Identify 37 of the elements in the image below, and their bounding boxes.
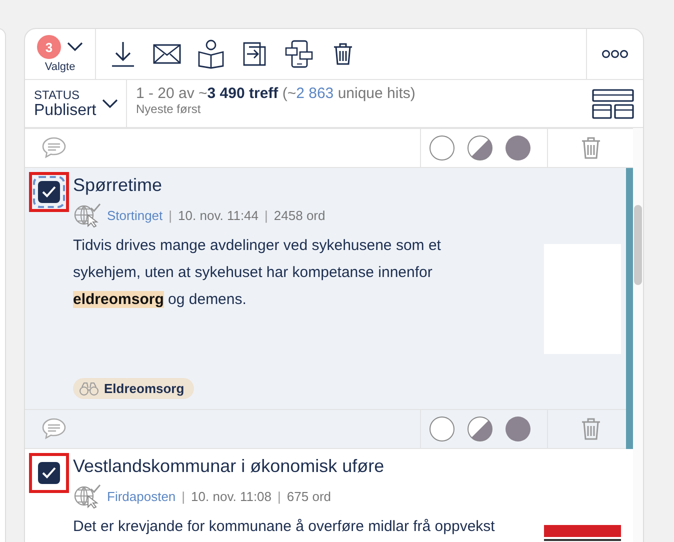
- status-dropdown[interactable]: STATUS Publisert: [25, 80, 127, 127]
- source-link[interactable]: Firdaposten: [107, 488, 176, 504]
- tag-chip[interactable]: Eldreomsorg: [73, 378, 194, 399]
- chevron-down-icon[interactable]: [67, 42, 83, 52]
- checkbox[interactable]: [38, 462, 60, 484]
- word-count: 675 ord: [286, 488, 332, 504]
- globe-cursor-icon: [73, 202, 101, 228]
- separator: |: [168, 208, 172, 222]
- sort-order: Nyeste først: [136, 102, 202, 116]
- article-title[interactable]: Vestlandskommunar i økonomisk uføre: [73, 454, 384, 477]
- check-icon: [41, 466, 57, 480]
- separator: |: [278, 488, 281, 504]
- separator: |: [182, 488, 186, 504]
- selection-label: Valgte: [44, 61, 76, 73]
- separator: |: [264, 208, 268, 222]
- article-snippet: Det er krevjande for kommunane å overføre midlar frå oppvekst: [73, 517, 496, 537]
- article-title[interactable]: Spørretime: [73, 173, 162, 196]
- empty-circle-icon[interactable]: [429, 416, 455, 442]
- count-badge: 3: [37, 35, 61, 59]
- word-count: 2458 ord: [274, 208, 326, 222]
- article-snippet: Tidvis drives mange avdelinger ved sykehusene som et sykehjem, uten at sykehuset har kompetanse innenfor eldreomsorg og demens.: [73, 236, 442, 310]
- checkbox[interactable]: [38, 181, 60, 203]
- reader-icon[interactable]: [196, 39, 226, 69]
- globe-cursor-icon: [73, 483, 101, 509]
- result-count: 1 - 20 av ~3 490 treff (~2 863 unique hits): [136, 85, 416, 102]
- scrollbar-thumb[interactable]: [634, 205, 642, 285]
- article-date: 10. nov. 11:44: [178, 208, 259, 222]
- half-circle-icon[interactable]: [467, 416, 493, 442]
- article-date: 10. nov. 11:08: [191, 488, 272, 504]
- phone-chat-icon[interactable]: [284, 39, 314, 69]
- empty-circle-icon[interactable]: [429, 135, 455, 161]
- filled-circle-icon[interactable]: [505, 416, 531, 442]
- filled-circle-icon[interactable]: [505, 135, 531, 161]
- binoculars-icon: [79, 382, 99, 396]
- chevron-down-icon: [102, 98, 118, 108]
- half-circle-icon[interactable]: [467, 135, 493, 161]
- check-icon: [41, 185, 57, 199]
